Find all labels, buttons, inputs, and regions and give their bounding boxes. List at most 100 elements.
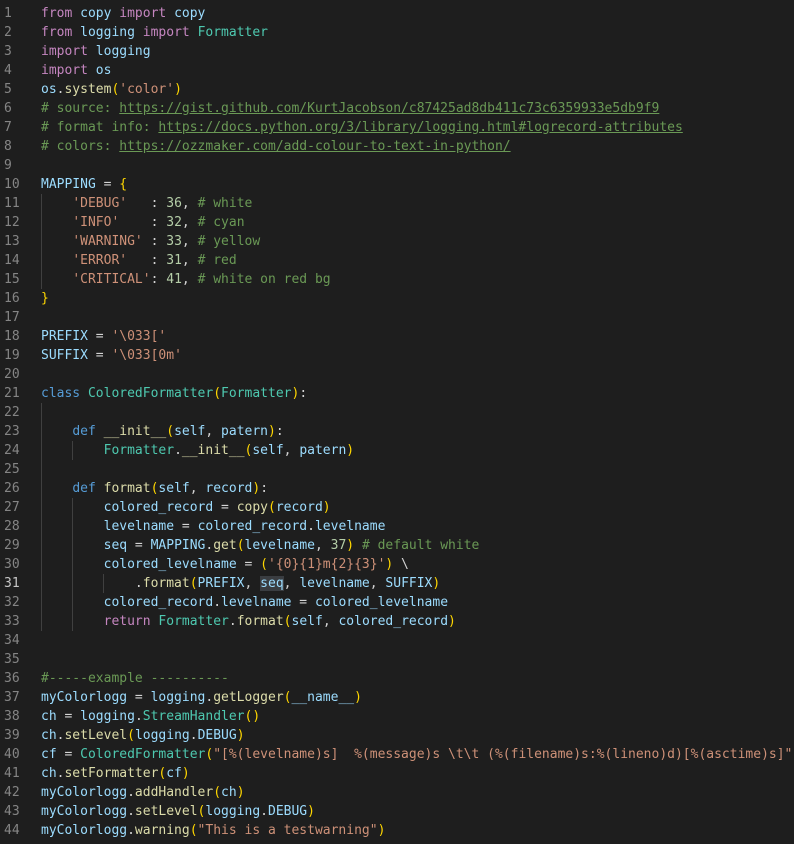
line-number[interactable]: 24 <box>0 441 26 460</box>
code-line[interactable]: 9 <box>0 156 794 175</box>
line-number[interactable]: 26 <box>0 479 26 498</box>
code-content[interactable]: ch.setFormatter(cf) <box>41 764 190 783</box>
code-content[interactable]: #-----example ---------- <box>41 669 229 688</box>
code-editor[interactable]: 1 from copy import copy 2 from logging impo… <box>0 0 794 844</box>
code-line[interactable]: 28 levelname = colored_record.levelname <box>0 517 794 536</box>
code-content[interactable]: # source: https://gist.github.com/KurtJa… <box>41 99 659 118</box>
code-line[interactable]: 6 # source: https://gist.github.com/KurtJ… <box>0 99 794 118</box>
line-number[interactable]: 22 <box>0 403 26 422</box>
line-number[interactable]: 43 <box>0 802 26 821</box>
code-content[interactable]: cf = ColoredFormatter("[%(levelname)s] %… <box>41 745 794 764</box>
code-content[interactable]: 'INFO' : 32, # cyan <box>41 213 244 232</box>
code-line[interactable]: 5 os.system('color') <box>0 80 794 99</box>
code-line[interactable]: 43 myColorlogg.setLevel(logging.DEBUG) <box>0 802 794 821</box>
link-token[interactable]: https://docs.python.org/3/library/loggin… <box>158 120 682 135</box>
line-number[interactable]: 18 <box>0 327 26 346</box>
code-content[interactable]: myColorlogg.warning("This is a testwarni… <box>41 821 385 840</box>
code-content[interactable]: import logging <box>41 42 151 61</box>
code-line[interactable]: 35 <box>0 650 794 669</box>
code-line[interactable]: 13 'WARNING' : 33, # yellow <box>0 232 794 251</box>
code-line[interactable]: 39 ch.setLevel(logging.DEBUG) <box>0 726 794 745</box>
line-number[interactable]: 31 <box>0 574 26 593</box>
line-number[interactable]: 4 <box>0 61 26 80</box>
link-token[interactable]: https://ozzmaker.com/add-colour-to-text-… <box>119 139 510 154</box>
line-number[interactable]: 21 <box>0 384 26 403</box>
code-line[interactable]: 36 #-----example ---------- <box>0 669 794 688</box>
code-line[interactable]: 41 ch.setFormatter(cf) <box>0 764 794 783</box>
line-number[interactable]: 12 <box>0 213 26 232</box>
code-line[interactable]: 31 .format(PREFIX, seq, levelname, SUFFI… <box>0 574 794 593</box>
code-content[interactable]: # format info: https://docs.python.org/3… <box>41 118 683 137</box>
line-number[interactable]: 32 <box>0 593 26 612</box>
code-content[interactable]: from copy import copy <box>41 4 205 23</box>
line-number[interactable]: 7 <box>0 118 26 137</box>
code-line[interactable]: 11 'DEBUG' : 36, # white <box>0 194 794 213</box>
line-number[interactable]: 23 <box>0 422 26 441</box>
line-number[interactable]: 5 <box>0 80 26 99</box>
code-line[interactable]: 27 colored_record = copy(record) <box>0 498 794 517</box>
code-line[interactable]: 29 seq = MAPPING.get(levelname, 37) # de… <box>0 536 794 555</box>
line-number[interactable]: 38 <box>0 707 26 726</box>
line-number[interactable]: 8 <box>0 137 26 156</box>
code-content[interactable]: def __init__(self, patern): <box>41 422 283 441</box>
line-number[interactable]: 2 <box>0 23 26 42</box>
code-content[interactable]: os.system('color') <box>41 80 182 99</box>
code-line[interactable]: 19 SUFFIX = '\033[0m' <box>0 346 794 365</box>
code-line[interactable]: 17 <box>0 308 794 327</box>
line-number[interactable]: 15 <box>0 270 26 289</box>
line-number[interactable]: 35 <box>0 650 26 669</box>
line-number[interactable]: 1 <box>0 4 26 23</box>
line-number[interactable]: 39 <box>0 726 26 745</box>
code-line[interactable]: 24 Formatter.__init__(self, patern) <box>0 441 794 460</box>
code-content[interactable]: 'CRITICAL': 41, # white on red bg <box>41 270 330 289</box>
code-line[interactable]: 8 # colors: https://ozzmaker.com/add-colo… <box>0 137 794 156</box>
code-line[interactable]: 16} <box>0 289 794 308</box>
code-content[interactable]: # colors: https://ozzmaker.com/add-colou… <box>41 137 511 156</box>
line-number[interactable]: 16 <box>0 289 26 308</box>
code-line[interactable]: 20 <box>0 365 794 384</box>
line-number[interactable]: 13 <box>0 232 26 251</box>
line-number[interactable]: 33 <box>0 612 26 631</box>
line-number[interactable]: 37 <box>0 688 26 707</box>
code-line[interactable]: 15 'CRITICAL': 41, # white on red bg <box>0 270 794 289</box>
code-content[interactable]: Formatter.__init__(self, patern) <box>41 441 355 460</box>
code-content[interactable]: 'DEBUG' : 36, # white <box>41 194 252 213</box>
code-content[interactable]: myColorlogg = logging.getLogger(__name__… <box>41 688 362 707</box>
line-number[interactable]: 40 <box>0 745 26 764</box>
code-content[interactable]: class ColoredFormatter(Formatter): <box>41 384 307 403</box>
code-content[interactable]: from logging import Formatter <box>41 23 268 42</box>
code-content[interactable]: MAPPING = { <box>41 175 127 194</box>
code-line[interactable]: 22 <box>0 403 794 422</box>
code-line[interactable]: 18 PREFIX = '\033[' <box>0 327 794 346</box>
code-line[interactable]: 37 myColorlogg = logging.getLogger(__name… <box>0 688 794 707</box>
line-number[interactable]: 29 <box>0 536 26 555</box>
line-number[interactable]: 25 <box>0 460 26 479</box>
code-line[interactable]: 14 'ERROR' : 31, # red <box>0 251 794 270</box>
code-line[interactable]: 33 return Formatter.format(self, colored… <box>0 612 794 631</box>
code-line[interactable]: 25 <box>0 460 794 479</box>
line-number[interactable]: 9 <box>0 156 26 175</box>
line-number[interactable]: 34 <box>0 631 26 650</box>
code-line[interactable]: 1 from copy import copy <box>0 4 794 23</box>
code-content[interactable]: ch.setLevel(logging.DEBUG) <box>41 726 245 745</box>
code-line[interactable]: 34 <box>0 631 794 650</box>
code-content[interactable]: 'WARNING' : 33, # yellow <box>41 232 260 251</box>
code-content[interactable]: levelname = colored_record.levelname <box>41 517 386 536</box>
link-token[interactable]: https://gist.github.com/KurtJacobson/c87… <box>119 101 659 116</box>
line-number[interactable]: 14 <box>0 251 26 270</box>
line-number[interactable]: 36 <box>0 669 26 688</box>
code-content[interactable]: ch = logging.StreamHandler() <box>41 707 260 726</box>
code-content[interactable]: colored_record.levelname = colored_level… <box>41 593 448 612</box>
code-content[interactable]: colored_record = copy(record) <box>41 498 331 517</box>
code-content[interactable]: .format(PREFIX, seq, levelname, SUFFIX) <box>41 574 440 593</box>
code-line[interactable]: 42 myColorlogg.addHandler(ch) <box>0 783 794 802</box>
code-content[interactable]: 'ERROR' : 31, # red <box>41 251 236 270</box>
line-number[interactable]: 42 <box>0 783 26 802</box>
code-content[interactable]: SUFFIX = '\033[0m' <box>41 346 182 365</box>
line-number[interactable]: 19 <box>0 346 26 365</box>
code-line[interactable]: 12 'INFO' : 32, # cyan <box>0 213 794 232</box>
code-line[interactable]: 23 def __init__(self, patern): <box>0 422 794 441</box>
code-line[interactable]: 21 class ColoredFormatter(Formatter): <box>0 384 794 403</box>
code-line[interactable]: 30 colored_levelname = ('{0}{1}m{2}{3}')… <box>0 555 794 574</box>
line-number[interactable]: 3 <box>0 42 26 61</box>
